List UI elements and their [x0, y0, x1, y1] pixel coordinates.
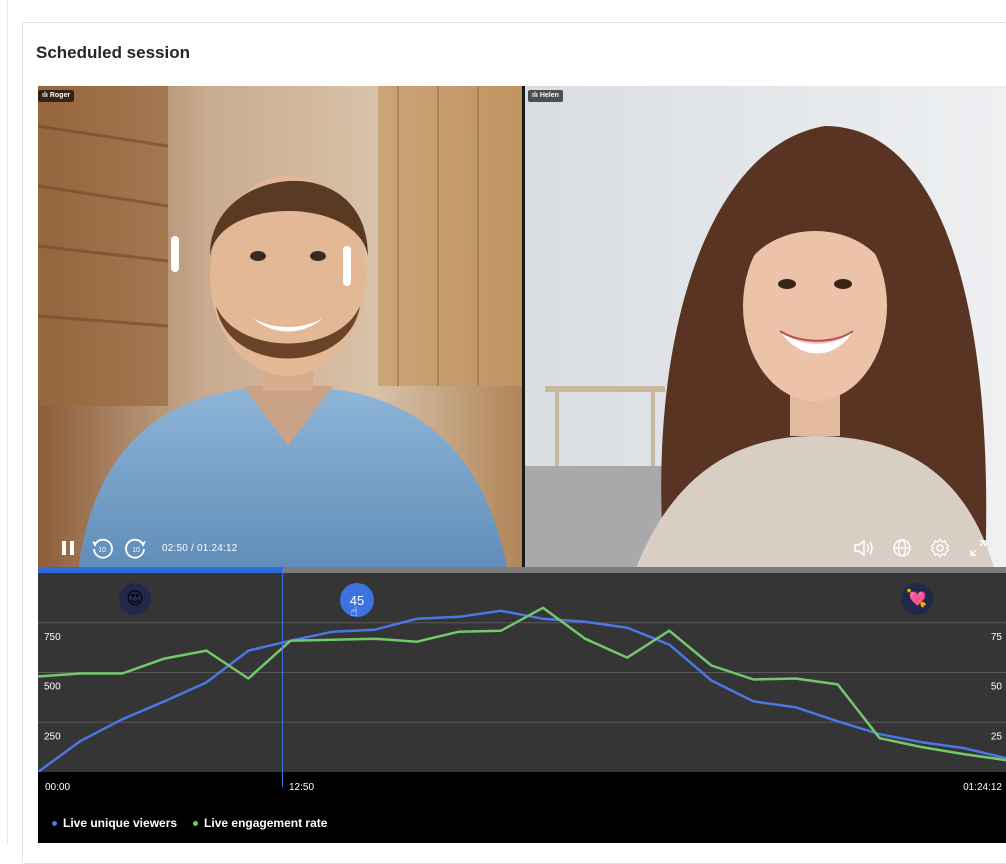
y-tick-left: 500	[44, 682, 61, 693]
time-cursor-label: 12:50	[289, 782, 315, 793]
engagement-chart: 750 75 500 50 250 25 😍 💘 45 ☝	[38, 573, 1006, 772]
forward-10-icon[interactable]: 10	[124, 536, 148, 560]
participant-video-roger: ılı Roger 10 10 02:50 / 01:24:12	[38, 86, 522, 571]
video-player: ılı Roger 10 10 02:50 / 01:24:12 ılı Hel…	[38, 86, 1006, 843]
globe-icon[interactable]	[890, 536, 914, 560]
gear-icon[interactable]	[928, 536, 952, 560]
time-end-label: 01:24:12	[963, 782, 1002, 793]
participant-name-tag: ılı Roger	[38, 90, 75, 102]
reaction-heart-eyes-icon[interactable]: 😍	[119, 583, 151, 615]
legend-dot	[193, 820, 199, 826]
page-title: Scheduled session	[36, 43, 190, 62]
roger-video-frame	[38, 86, 522, 571]
helen-video-frame	[525, 86, 1006, 571]
forward-label: 10	[132, 547, 140, 554]
mic-icon: ılı	[532, 92, 538, 99]
participant-name: Helen	[539, 92, 559, 99]
participant-name-tag: ılı Helen	[528, 90, 563, 102]
playback-controls: 10 10 02:50 / 01:24:12	[56, 536, 238, 560]
page-left-rule	[7, 0, 8, 843]
legend-dot	[52, 820, 57, 826]
series-line-viewers	[38, 609, 1006, 772]
y-tick-right: 25	[991, 731, 1003, 742]
rewind-label: 10	[98, 547, 106, 554]
rewind-10-icon[interactable]: 10	[90, 536, 114, 560]
y-tick-right: 75	[991, 632, 1003, 643]
time-axis: 00:00 12:50 01:24:12	[38, 772, 1006, 803]
legend-label: Live engagement rate	[204, 816, 328, 830]
legend-label: Live unique viewers	[63, 816, 178, 830]
y-tick-left: 250	[44, 731, 61, 742]
y-tick-right: 50	[991, 682, 1003, 693]
legend-item-viewers[interactable]: Live unique viewers	[52, 816, 177, 830]
volume-icon[interactable]	[852, 536, 876, 560]
series-line-engagement	[38, 606, 1006, 762]
hand-cursor-icon: ☝	[350, 604, 358, 619]
pause-icon[interactable]	[56, 536, 80, 560]
mic-icon: ılı	[42, 92, 48, 99]
participant-video-helen: ılı Helen	[525, 86, 1006, 571]
time-start-label: 00:00	[45, 782, 71, 793]
reaction-heart-arrow-icon[interactable]: 💘	[901, 583, 933, 615]
playback-time: 02:50 / 01:24:12	[162, 542, 238, 554]
chart-legend: Live unique viewers Live engagement rate	[38, 803, 1006, 843]
legend-item-engagement[interactable]: Live engagement rate	[193, 816, 327, 830]
engagement-chart-svg: 750 75 500 50 250 25	[38, 606, 1006, 772]
fullscreen-icon[interactable]	[966, 536, 990, 560]
y-tick-left: 750	[44, 632, 61, 643]
player-settings-controls	[852, 536, 990, 560]
playhead-line[interactable]	[281, 567, 284, 787]
participant-name: Roger	[49, 92, 71, 99]
